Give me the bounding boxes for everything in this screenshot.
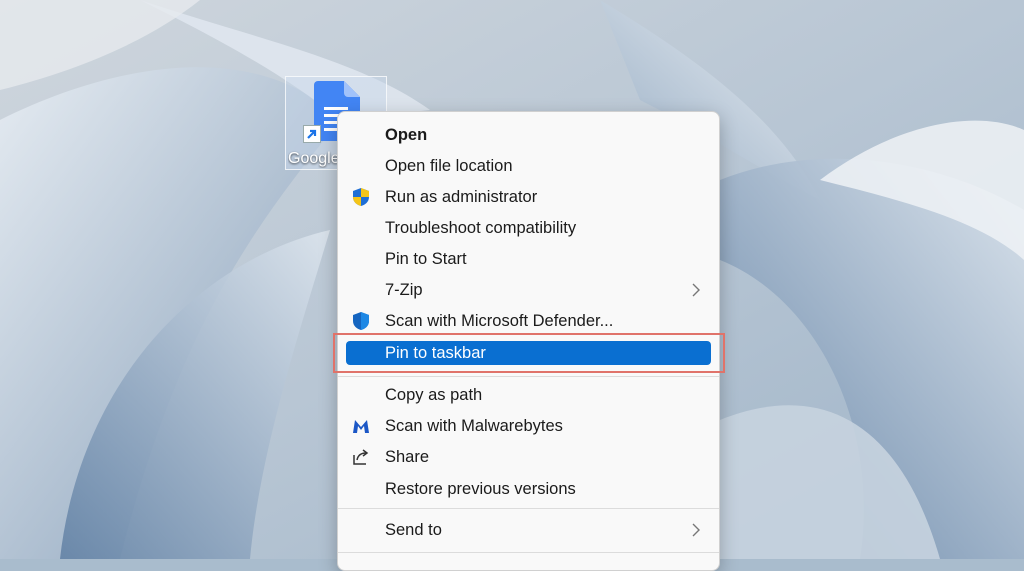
callout-highlight-box [333,333,725,373]
menu-item-label: Troubleshoot compatibility [385,219,577,237]
menu-item-open-file-location[interactable]: Open file location [346,154,711,178]
menu-item-label: Restore previous versions [385,480,576,498]
menu-item-restore-previous-versions[interactable]: Restore previous versions [346,477,711,501]
menu-item-label: Open file location [385,157,513,175]
menu-item-share[interactable]: Share [346,445,711,469]
uac-shield-icon [353,188,369,206]
menu-item-label: Run as administrator [385,188,538,206]
menu-item-troubleshoot-compatibility[interactable]: Troubleshoot compatibility [346,216,711,240]
chevron-right-icon [692,523,700,537]
menu-item-copy-as-path[interactable]: Copy as path [346,383,711,407]
menu-item-send-to[interactable]: Send to [346,518,711,542]
menu-item-run-as-administrator[interactable]: Run as administrator [346,185,711,209]
shortcut-arrow-icon [303,125,321,143]
menu-item-label: 7-Zip [385,281,423,299]
menu-item-pin-to-start[interactable]: Pin to Start [346,247,711,271]
malwarebytes-icon [353,420,369,433]
menu-item-label: Scan with Malwarebytes [385,417,563,435]
menu-item-scan-malwarebytes[interactable]: Scan with Malwarebytes [346,414,711,438]
menu-item-label: Share [385,448,430,466]
menu-item-label: Scan with Microsoft Defender... [385,312,614,330]
defender-shield-icon [353,312,369,330]
menu-item-label: Open [385,126,428,144]
menu-item-open[interactable]: Open [346,123,711,147]
chevron-right-icon [692,283,700,297]
menu-separator [338,376,719,377]
menu-separator [338,552,719,553]
share-icon [353,449,369,465]
menu-item-label: Send to [385,521,442,539]
menu-item-label: Pin to Start [385,250,467,268]
menu-item-scan-defender[interactable]: Scan with Microsoft Defender... [346,309,711,333]
menu-item-label: Copy as path [385,386,483,404]
menu-item-7zip[interactable]: 7-Zip [346,278,711,302]
menu-separator [338,508,719,509]
